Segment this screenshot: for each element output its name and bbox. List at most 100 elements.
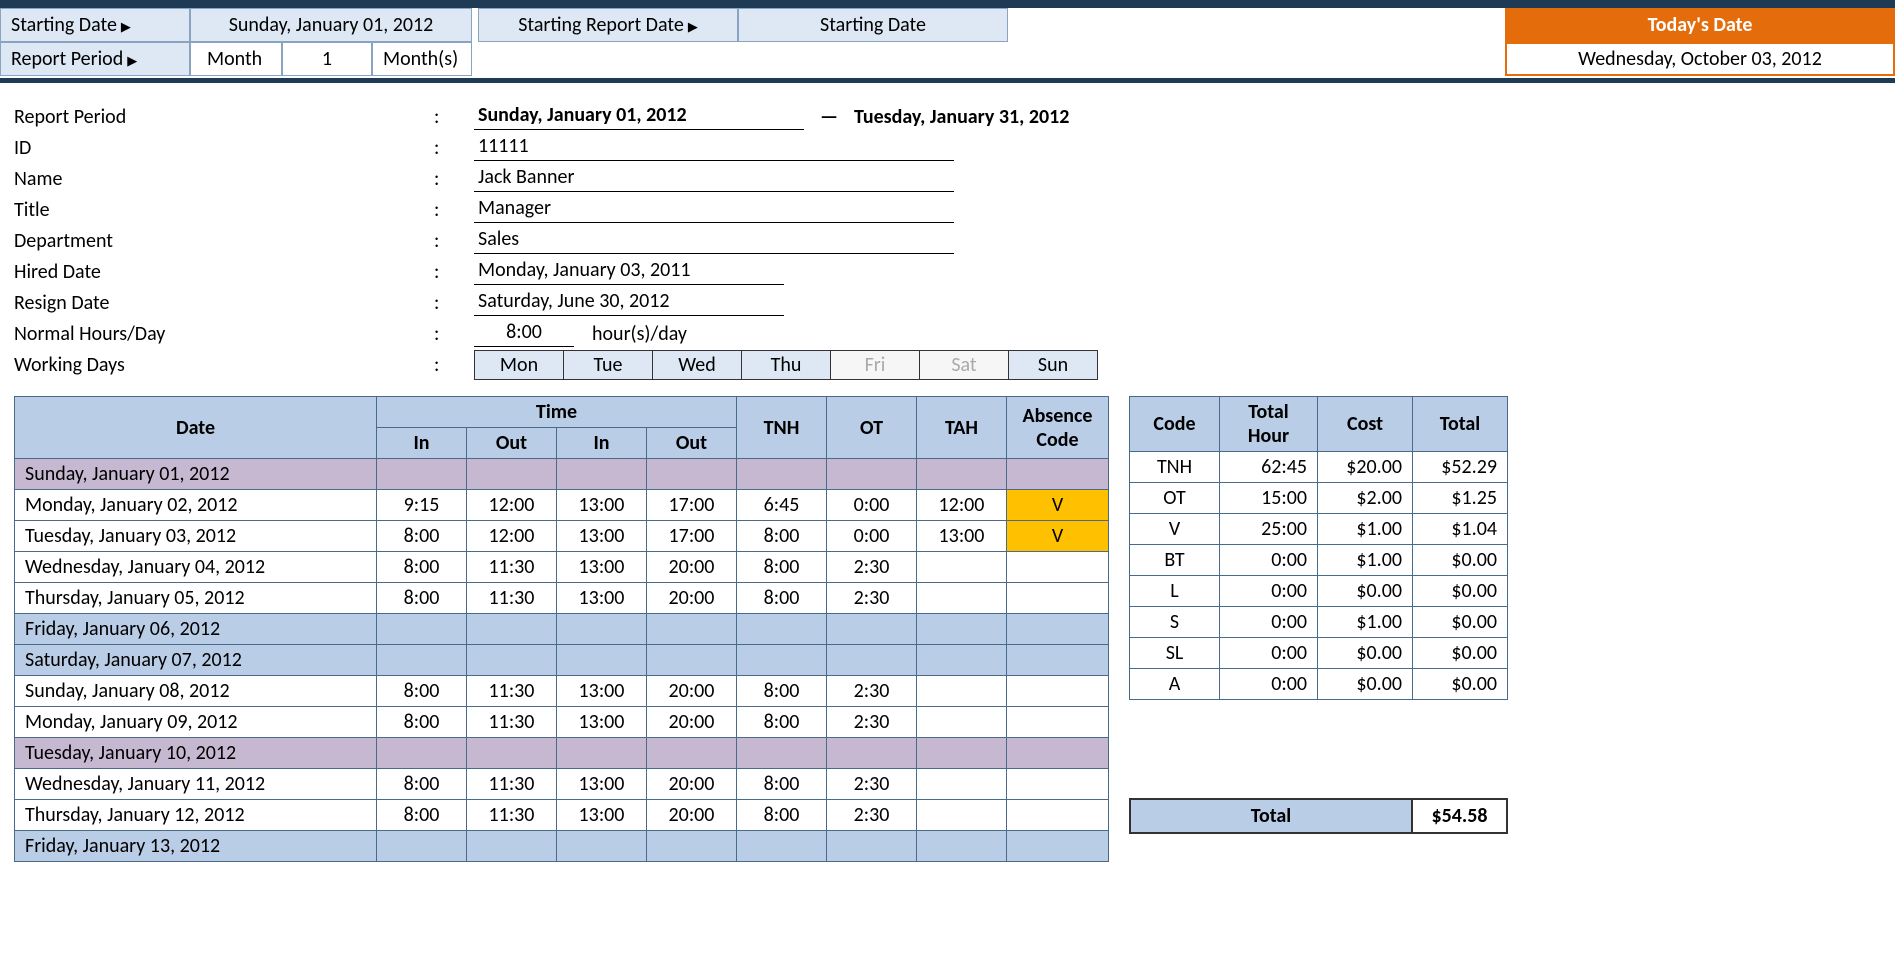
table-row: Friday, January 13, 2012 xyxy=(15,831,1109,862)
cell-abs xyxy=(1007,614,1109,645)
cell-in1: 8:00 xyxy=(377,583,467,614)
cell-tnh xyxy=(737,614,827,645)
cell-in2: 13:00 xyxy=(557,583,647,614)
label-id: ID xyxy=(14,132,434,163)
sum-cost: $0.00 xyxy=(1318,576,1413,607)
cell-tah xyxy=(917,676,1007,707)
th-tnh: TNH xyxy=(737,397,827,459)
cell-out2: 20:00 xyxy=(647,769,737,800)
weekday-sat[interactable]: Sat xyxy=(919,350,1009,380)
cell-in1 xyxy=(377,645,467,676)
rp-unit-plural: Month(s) xyxy=(372,42,472,76)
sum-total: $1.25 xyxy=(1413,483,1508,514)
summary-row: V25:00$1.00$1.04 xyxy=(1130,514,1508,545)
weekday-mon[interactable]: Mon xyxy=(474,350,564,380)
cell-abs xyxy=(1007,831,1109,862)
cell-abs xyxy=(1007,769,1109,800)
cell-abs xyxy=(1007,738,1109,769)
sum-code: A xyxy=(1130,669,1220,700)
cell-tnh: 8:00 xyxy=(737,583,827,614)
cell-out1: 11:30 xyxy=(467,676,557,707)
cell-tah: 13:00 xyxy=(917,521,1007,552)
th-hour: Total Hour xyxy=(1220,397,1318,452)
cell-ot xyxy=(827,831,917,862)
table-row: Monday, January 09, 20128:0011:3013:0020… xyxy=(15,707,1109,738)
th-time: Time xyxy=(377,397,737,428)
cell-out1 xyxy=(467,738,557,769)
sum-code: TNH xyxy=(1130,452,1220,483)
cell-in1: 8:00 xyxy=(377,552,467,583)
val-hired: Monday, January 03, 2011 xyxy=(474,258,784,285)
sum-code: SL xyxy=(1130,638,1220,669)
cell-in1: 8:00 xyxy=(377,676,467,707)
cell-out1: 12:00 xyxy=(467,521,557,552)
cell-date: Wednesday, January 04, 2012 xyxy=(15,552,377,583)
rp-count[interactable]: 1 xyxy=(282,42,372,76)
sum-hour: 0:00 xyxy=(1220,545,1318,576)
table-row: Tuesday, January 10, 2012 xyxy=(15,738,1109,769)
attendance-table: Date Time TNH OT TAH Absence Code In Out… xyxy=(14,396,1109,862)
th-in1: In xyxy=(377,428,467,459)
cell-in1 xyxy=(377,614,467,645)
table-row: Wednesday, January 04, 20128:0011:3013:0… xyxy=(15,552,1109,583)
summary-row: TNH62:45$20.00$52.29 xyxy=(1130,452,1508,483)
weekday-tue[interactable]: Tue xyxy=(563,350,653,380)
th-cost: Cost xyxy=(1318,397,1413,452)
cell-tah xyxy=(917,738,1007,769)
sum-code: V xyxy=(1130,514,1220,545)
th-date: Date xyxy=(15,397,377,459)
cell-in1: 8:00 xyxy=(377,707,467,738)
weekday-thu[interactable]: Thu xyxy=(741,350,831,380)
sum-hour: 0:00 xyxy=(1220,607,1318,638)
cell-out2 xyxy=(647,831,737,862)
weekday-sun[interactable]: Sun xyxy=(1008,350,1098,380)
sum-cost: $1.00 xyxy=(1318,607,1413,638)
cell-tah xyxy=(917,769,1007,800)
starting-report-value[interactable]: Starting Date xyxy=(738,8,1008,42)
table-row: Sunday, January 01, 2012 xyxy=(15,459,1109,490)
th-code: Code xyxy=(1130,397,1220,452)
cell-date: Tuesday, January 10, 2012 xyxy=(15,738,377,769)
cell-out1 xyxy=(467,614,557,645)
cell-date: Monday, January 09, 2012 xyxy=(15,707,377,738)
cell-tah xyxy=(917,614,1007,645)
cell-tah xyxy=(917,583,1007,614)
label-hired: Hired Date xyxy=(14,256,434,287)
cell-abs xyxy=(1007,552,1109,583)
cell-out2: 17:00 xyxy=(647,521,737,552)
cell-tah xyxy=(917,831,1007,862)
cell-tnh xyxy=(737,645,827,676)
working-days-row: MonTueWedThuFriSatSun xyxy=(474,349,1097,380)
rp-unit[interactable]: Month xyxy=(190,42,282,76)
cell-ot: 2:30 xyxy=(827,676,917,707)
cell-out2 xyxy=(647,645,737,676)
sum-hour: 15:00 xyxy=(1220,483,1318,514)
cell-ot xyxy=(827,645,917,676)
summary-row: S0:00$1.00$0.00 xyxy=(1130,607,1508,638)
val-title: Manager xyxy=(474,196,954,223)
th-out2: Out xyxy=(647,428,737,459)
weekday-fri[interactable]: Fri xyxy=(830,350,920,380)
cell-tah xyxy=(917,459,1007,490)
cell-tnh: 8:00 xyxy=(737,769,827,800)
th-total: Total xyxy=(1413,397,1508,452)
th-out1: Out xyxy=(467,428,557,459)
cell-in1 xyxy=(377,738,467,769)
sum-cost: $20.00 xyxy=(1318,452,1413,483)
cell-abs xyxy=(1007,459,1109,490)
sum-hour: 0:00 xyxy=(1220,669,1318,700)
weekday-wed[interactable]: Wed xyxy=(652,350,742,380)
cell-out1: 11:30 xyxy=(467,707,557,738)
cell-in1: 8:00 xyxy=(377,800,467,831)
cell-in2 xyxy=(557,738,647,769)
cell-ot xyxy=(827,614,917,645)
cell-in1: 8:00 xyxy=(377,769,467,800)
cell-out2: 20:00 xyxy=(647,552,737,583)
cell-in1 xyxy=(377,831,467,862)
sum-total: $1.04 xyxy=(1413,514,1508,545)
th-abs: Absence Code xyxy=(1007,397,1109,459)
cell-tah xyxy=(917,707,1007,738)
cell-ot xyxy=(827,459,917,490)
starting-date-value[interactable]: Sunday, January 01, 2012 xyxy=(190,8,472,42)
th-ot: OT xyxy=(827,397,917,459)
